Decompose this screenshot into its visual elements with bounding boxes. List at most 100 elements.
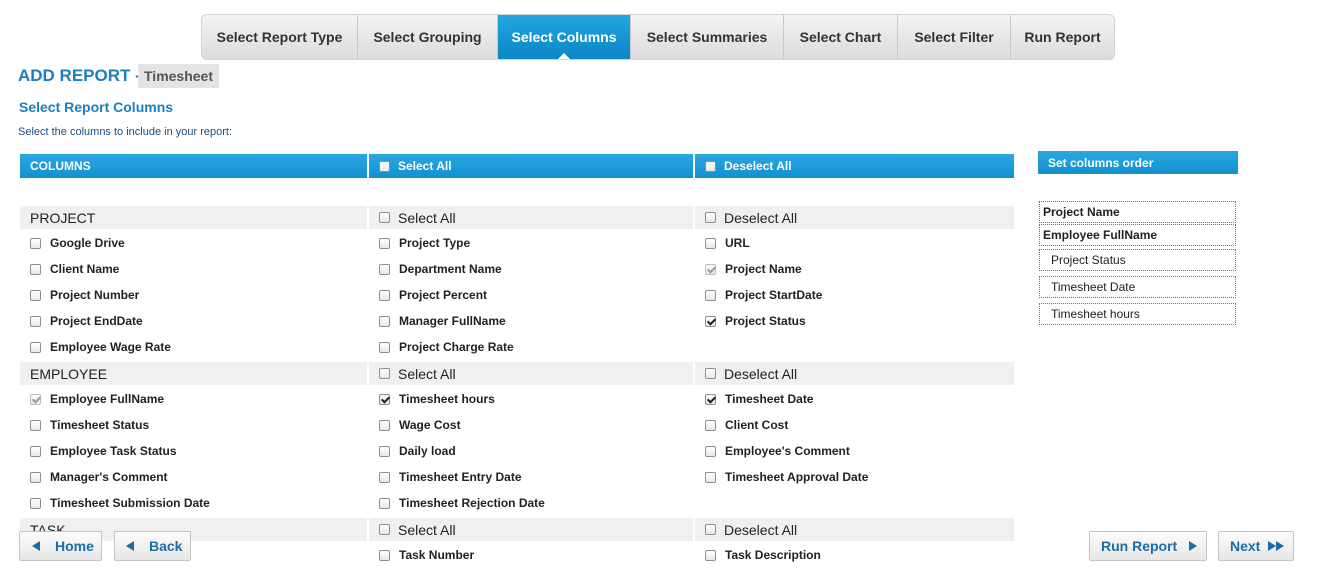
column-option[interactable]: Project Percent xyxy=(369,284,487,306)
project-deselect-all-checkbox[interactable] xyxy=(705,212,716,223)
tab-select-grouping[interactable]: Select Grouping xyxy=(358,15,498,59)
column-option[interactable]: Timesheet Entry Date xyxy=(369,466,522,488)
column-option[interactable]: Daily load xyxy=(369,440,456,462)
column-checkbox[interactable] xyxy=(379,497,390,509)
home-button[interactable]: Home xyxy=(19,531,102,561)
select-all-label: Select All xyxy=(398,521,456,538)
section-subtitle: Select Report Columns xyxy=(19,99,174,115)
column-checkbox[interactable] xyxy=(379,263,390,275)
column-option[interactable]: Manager's Comment xyxy=(20,466,168,488)
column-option[interactable]: Project Charge Rate xyxy=(369,336,514,358)
project-select-all[interactable]: Select All xyxy=(369,206,693,229)
column-option[interactable]: Timesheet Status xyxy=(20,414,149,436)
header-select-all-checkbox[interactable] xyxy=(379,160,390,172)
column-checkbox[interactable] xyxy=(705,393,716,405)
column-checkbox[interactable] xyxy=(705,445,716,457)
column-option[interactable]: Timesheet hours xyxy=(369,388,495,410)
column-label: Wage Cost xyxy=(399,418,461,432)
column-option[interactable]: Wage Cost xyxy=(369,414,461,436)
header-deselect-all-checkbox[interactable] xyxy=(705,160,716,172)
column-checkbox[interactable] xyxy=(379,419,390,431)
column-checkbox[interactable] xyxy=(379,341,390,353)
column-option[interactable]: Google Drive xyxy=(20,232,125,254)
column-option[interactable]: Manager FullName xyxy=(369,310,506,332)
next-button[interactable]: Next xyxy=(1218,531,1294,561)
column-option[interactable]: Department Name xyxy=(369,258,502,280)
column-checkbox[interactable] xyxy=(379,237,390,249)
column-checkbox[interactable] xyxy=(30,263,41,275)
column-checkbox[interactable] xyxy=(30,471,41,483)
column-checkbox[interactable] xyxy=(30,315,41,327)
column-option[interactable]: Project Type xyxy=(369,232,470,254)
header-deselect-all[interactable]: Deselect All xyxy=(695,154,1014,178)
tab-select-chart[interactable]: Select Chart xyxy=(784,15,898,59)
column-checkbox[interactable] xyxy=(705,289,716,301)
column-option[interactable]: Task Number xyxy=(369,544,474,566)
column-option[interactable]: URL xyxy=(695,232,750,254)
columns-order-title: Set columns order xyxy=(1048,155,1154,170)
column-checkbox[interactable] xyxy=(705,237,716,249)
employee-select-all[interactable]: Select All xyxy=(369,362,693,385)
select-all-label: Select All xyxy=(398,365,456,382)
task-deselect-all[interactable]: Deselect All xyxy=(695,518,1014,541)
order-item-draggable[interactable]: Project Status xyxy=(1039,249,1236,271)
column-option[interactable]: Timesheet Submission Date xyxy=(20,492,210,514)
column-option[interactable]: Timesheet Date xyxy=(695,388,813,410)
order-item-draggable[interactable]: Timesheet hours xyxy=(1039,303,1236,325)
employee-deselect-all-checkbox[interactable] xyxy=(705,368,716,379)
column-option[interactable]: Project Number xyxy=(20,284,139,306)
column-checkbox[interactable] xyxy=(705,471,716,483)
deselect-all-label: Deselect All xyxy=(724,365,798,382)
task-deselect-all-checkbox[interactable] xyxy=(705,524,716,535)
tab-select-summaries[interactable]: Select Summaries xyxy=(631,15,784,59)
column-checkbox[interactable] xyxy=(30,289,41,301)
column-label: Project Type xyxy=(399,236,471,250)
column-checkbox[interactable] xyxy=(379,445,390,457)
column-checkbox[interactable] xyxy=(705,419,716,431)
column-option[interactable]: Employee Task Status xyxy=(20,440,177,462)
column-option[interactable]: Timesheet Rejection Date xyxy=(369,492,545,514)
column-label: Timesheet Status xyxy=(50,418,150,432)
task-select-all[interactable]: Select All xyxy=(369,518,693,541)
column-checkbox[interactable] xyxy=(379,471,390,483)
project-deselect-all[interactable]: Deselect All xyxy=(695,206,1014,229)
column-checkbox[interactable] xyxy=(379,549,390,561)
column-option[interactable]: Project StartDate xyxy=(695,284,822,306)
column-checkbox[interactable] xyxy=(379,315,390,327)
column-checkbox[interactable] xyxy=(30,445,41,457)
project-select-all-checkbox[interactable] xyxy=(379,212,390,223)
column-option[interactable]: Client Name xyxy=(20,258,119,280)
column-label: Task Description xyxy=(725,548,821,562)
column-checkbox[interactable] xyxy=(30,419,41,431)
employee-deselect-all[interactable]: Deselect All xyxy=(695,362,1014,385)
column-checkbox[interactable] xyxy=(30,341,41,353)
column-option[interactable]: Project Status xyxy=(695,310,806,332)
column-checkbox[interactable] xyxy=(379,289,390,301)
column-option[interactable]: Employee Wage Rate xyxy=(20,336,171,358)
column-option[interactable]: Client Cost xyxy=(695,414,788,436)
tab-run-report[interactable]: Run Report xyxy=(1011,15,1114,59)
column-option[interactable]: Timesheet Approval Date xyxy=(695,466,868,488)
column-option[interactable]: Project EndDate xyxy=(20,310,143,332)
column-checkbox[interactable] xyxy=(30,237,41,249)
column-option[interactable]: Employee's Comment xyxy=(695,440,850,462)
tab-select-columns[interactable]: Select Columns xyxy=(498,15,631,59)
task-select-all-checkbox[interactable] xyxy=(379,524,390,535)
column-checkbox[interactable] xyxy=(379,393,390,405)
columns-header: COLUMNS xyxy=(20,154,367,178)
column-checkbox[interactable] xyxy=(705,549,716,561)
back-button[interactable]: Back xyxy=(114,531,191,561)
column-checkbox[interactable] xyxy=(30,497,41,509)
column-checkbox[interactable] xyxy=(705,315,716,327)
employee-select-all-checkbox[interactable] xyxy=(379,368,390,379)
tab-select-report-type[interactable]: Select Report Type xyxy=(202,15,358,59)
tab-select-filter[interactable]: Select Filter xyxy=(898,15,1011,59)
header-select-all[interactable]: Select All xyxy=(369,154,693,178)
column-option[interactable]: Task Description xyxy=(695,544,821,566)
run-report-button[interactable]: Run Report xyxy=(1089,531,1207,561)
column-label: Client Cost xyxy=(725,418,789,432)
order-item-draggable[interactable]: Timesheet Date xyxy=(1039,276,1236,298)
select-all-label: Select All xyxy=(398,209,456,226)
column-label: Timesheet Submission Date xyxy=(50,496,210,510)
column-label: Project EndDate xyxy=(50,314,143,328)
